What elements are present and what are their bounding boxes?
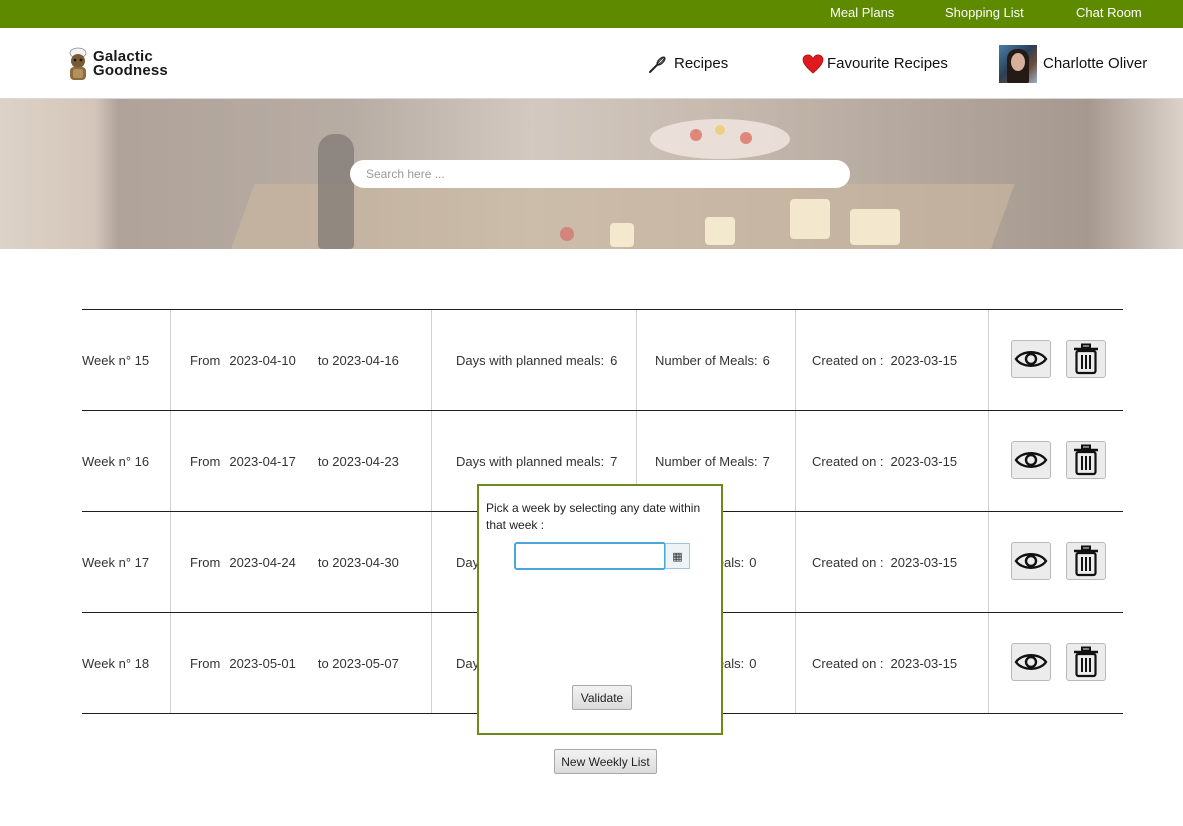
- week-range: From 2023-05-01 to 2023-05-07: [190, 613, 399, 713]
- meal-count: Number of Meals: 6: [655, 310, 770, 410]
- from-label: From: [190, 655, 221, 671]
- from-date: 2023-04-24: [229, 554, 296, 570]
- view-button[interactable]: [1011, 340, 1051, 378]
- from-label: From: [190, 554, 221, 570]
- delete-button[interactable]: [1066, 441, 1106, 479]
- delete-button[interactable]: [1066, 542, 1106, 580]
- nav-meal-plans[interactable]: Meal Plans: [830, 5, 894, 20]
- trash-icon: [1074, 646, 1098, 678]
- created-label: Created on :: [812, 655, 884, 671]
- logo-line-2: Goodness: [93, 62, 168, 79]
- search-input[interactable]: [350, 160, 850, 188]
- meals-label: Number of Meals:: [655, 453, 758, 469]
- table-row: Week n° 15 From 2023-04-10 to 2023-04-16…: [82, 309, 1123, 410]
- days-planned: Days with planned meals: 6: [456, 310, 617, 410]
- new-weekly-list-button[interactable]: New Weekly List: [554, 749, 657, 774]
- nav-favourite-recipes[interactable]: Favourite Recipes: [802, 28, 948, 99]
- calendar-icon: ▦: [672, 550, 683, 563]
- logo-text: Galactic Goodness: [93, 49, 168, 79]
- user-profile[interactable]: Charlotte Oliver: [999, 28, 1147, 99]
- date-input[interactable]: [514, 542, 666, 570]
- week-number: Week n° 18: [82, 655, 150, 671]
- meals-value: 7: [762, 453, 770, 469]
- from-label: From: [190, 352, 221, 368]
- meals-value: 0: [749, 655, 757, 671]
- week-range: From 2023-04-17 to 2023-04-23: [190, 411, 399, 511]
- eye-icon: [1014, 654, 1048, 670]
- nav-recipes[interactable]: Recipes: [648, 28, 728, 99]
- days-value: 7: [610, 453, 618, 469]
- view-button[interactable]: [1011, 643, 1051, 681]
- days-value: 6: [610, 352, 618, 368]
- hero-banner: [0, 99, 1183, 249]
- created-label: Created on :: [812, 453, 884, 469]
- created-value: 2023-03-15: [890, 453, 958, 469]
- trash-icon: [1074, 545, 1098, 577]
- heart-icon: [802, 54, 824, 74]
- week-picker-message: Pick a week by selecting any date within…: [486, 501, 701, 532]
- nav-favourite-label: Favourite Recipes: [827, 55, 948, 72]
- week-number: Week n° 17: [82, 554, 150, 570]
- view-button[interactable]: [1011, 542, 1051, 580]
- view-button[interactable]: [1011, 441, 1051, 479]
- to-date: to 2023-04-23: [317, 453, 399, 469]
- days-label: Days with planned meals:: [456, 453, 605, 469]
- meals-label: Number of Meals:: [655, 352, 758, 368]
- created-value: 2023-03-15: [890, 352, 958, 368]
- created-value: 2023-03-15: [890, 554, 958, 570]
- days-planned: Day: [456, 613, 479, 713]
- from-date: 2023-04-17: [229, 453, 296, 469]
- user-name: Charlotte Oliver: [1043, 55, 1148, 72]
- days-label: Days with planned meals:: [456, 352, 605, 368]
- to-date: to 2023-04-30: [317, 554, 399, 570]
- week-range: From 2023-04-10 to 2023-04-16: [190, 310, 399, 410]
- created-on: Created on : 2023-03-15: [812, 310, 957, 410]
- to-date: to 2023-04-16: [317, 352, 399, 368]
- created-label: Created on :: [812, 352, 884, 368]
- days-label: Day: [456, 655, 480, 671]
- nav-recipes-label: Recipes: [674, 55, 729, 72]
- eye-icon: [1014, 351, 1048, 367]
- nav-shopping-list[interactable]: Shopping List: [945, 5, 1024, 20]
- meals-value: 6: [762, 352, 770, 368]
- from-label: From: [190, 453, 221, 469]
- avatar: [999, 44, 1037, 83]
- logo[interactable]: Galactic Goodness: [65, 47, 185, 81]
- trash-icon: [1074, 444, 1098, 476]
- week-number: Week n° 15: [82, 352, 150, 368]
- eye-icon: [1014, 452, 1048, 468]
- created-value: 2023-03-15: [890, 655, 958, 671]
- created-on: Created on : 2023-03-15: [812, 512, 957, 612]
- delete-button[interactable]: [1066, 643, 1106, 681]
- created-on: Created on : 2023-03-15: [812, 411, 957, 511]
- eye-icon: [1014, 553, 1048, 569]
- calendar-button[interactable]: ▦: [665, 543, 690, 569]
- nav-chat-room[interactable]: Chat Room: [1076, 5, 1142, 20]
- from-date: 2023-04-10: [229, 352, 296, 368]
- meals-value: 0: [749, 554, 757, 570]
- created-on: Created on : 2023-03-15: [812, 613, 957, 713]
- week-picker-dialog: Pick a week by selecting any date within…: [477, 484, 723, 735]
- top-nav-bar: Meal Plans Shopping List Chat Room: [0, 0, 1183, 28]
- week-range: From 2023-04-24 to 2023-04-30: [190, 512, 399, 612]
- trash-icon: [1074, 343, 1098, 375]
- header: Galactic Goodness Recipes Favourite Reci…: [0, 28, 1183, 99]
- from-date: 2023-05-01: [229, 655, 296, 671]
- created-label: Created on :: [812, 554, 884, 570]
- chef-mascot-icon: [69, 47, 87, 80]
- to-date: to 2023-05-07: [317, 655, 399, 671]
- delete-button[interactable]: [1066, 340, 1106, 378]
- whisk-icon: [649, 55, 666, 73]
- days-label: Day: [456, 554, 480, 570]
- days-planned: Day: [456, 512, 479, 612]
- validate-button[interactable]: Validate: [572, 685, 632, 710]
- week-number: Week n° 16: [82, 453, 150, 469]
